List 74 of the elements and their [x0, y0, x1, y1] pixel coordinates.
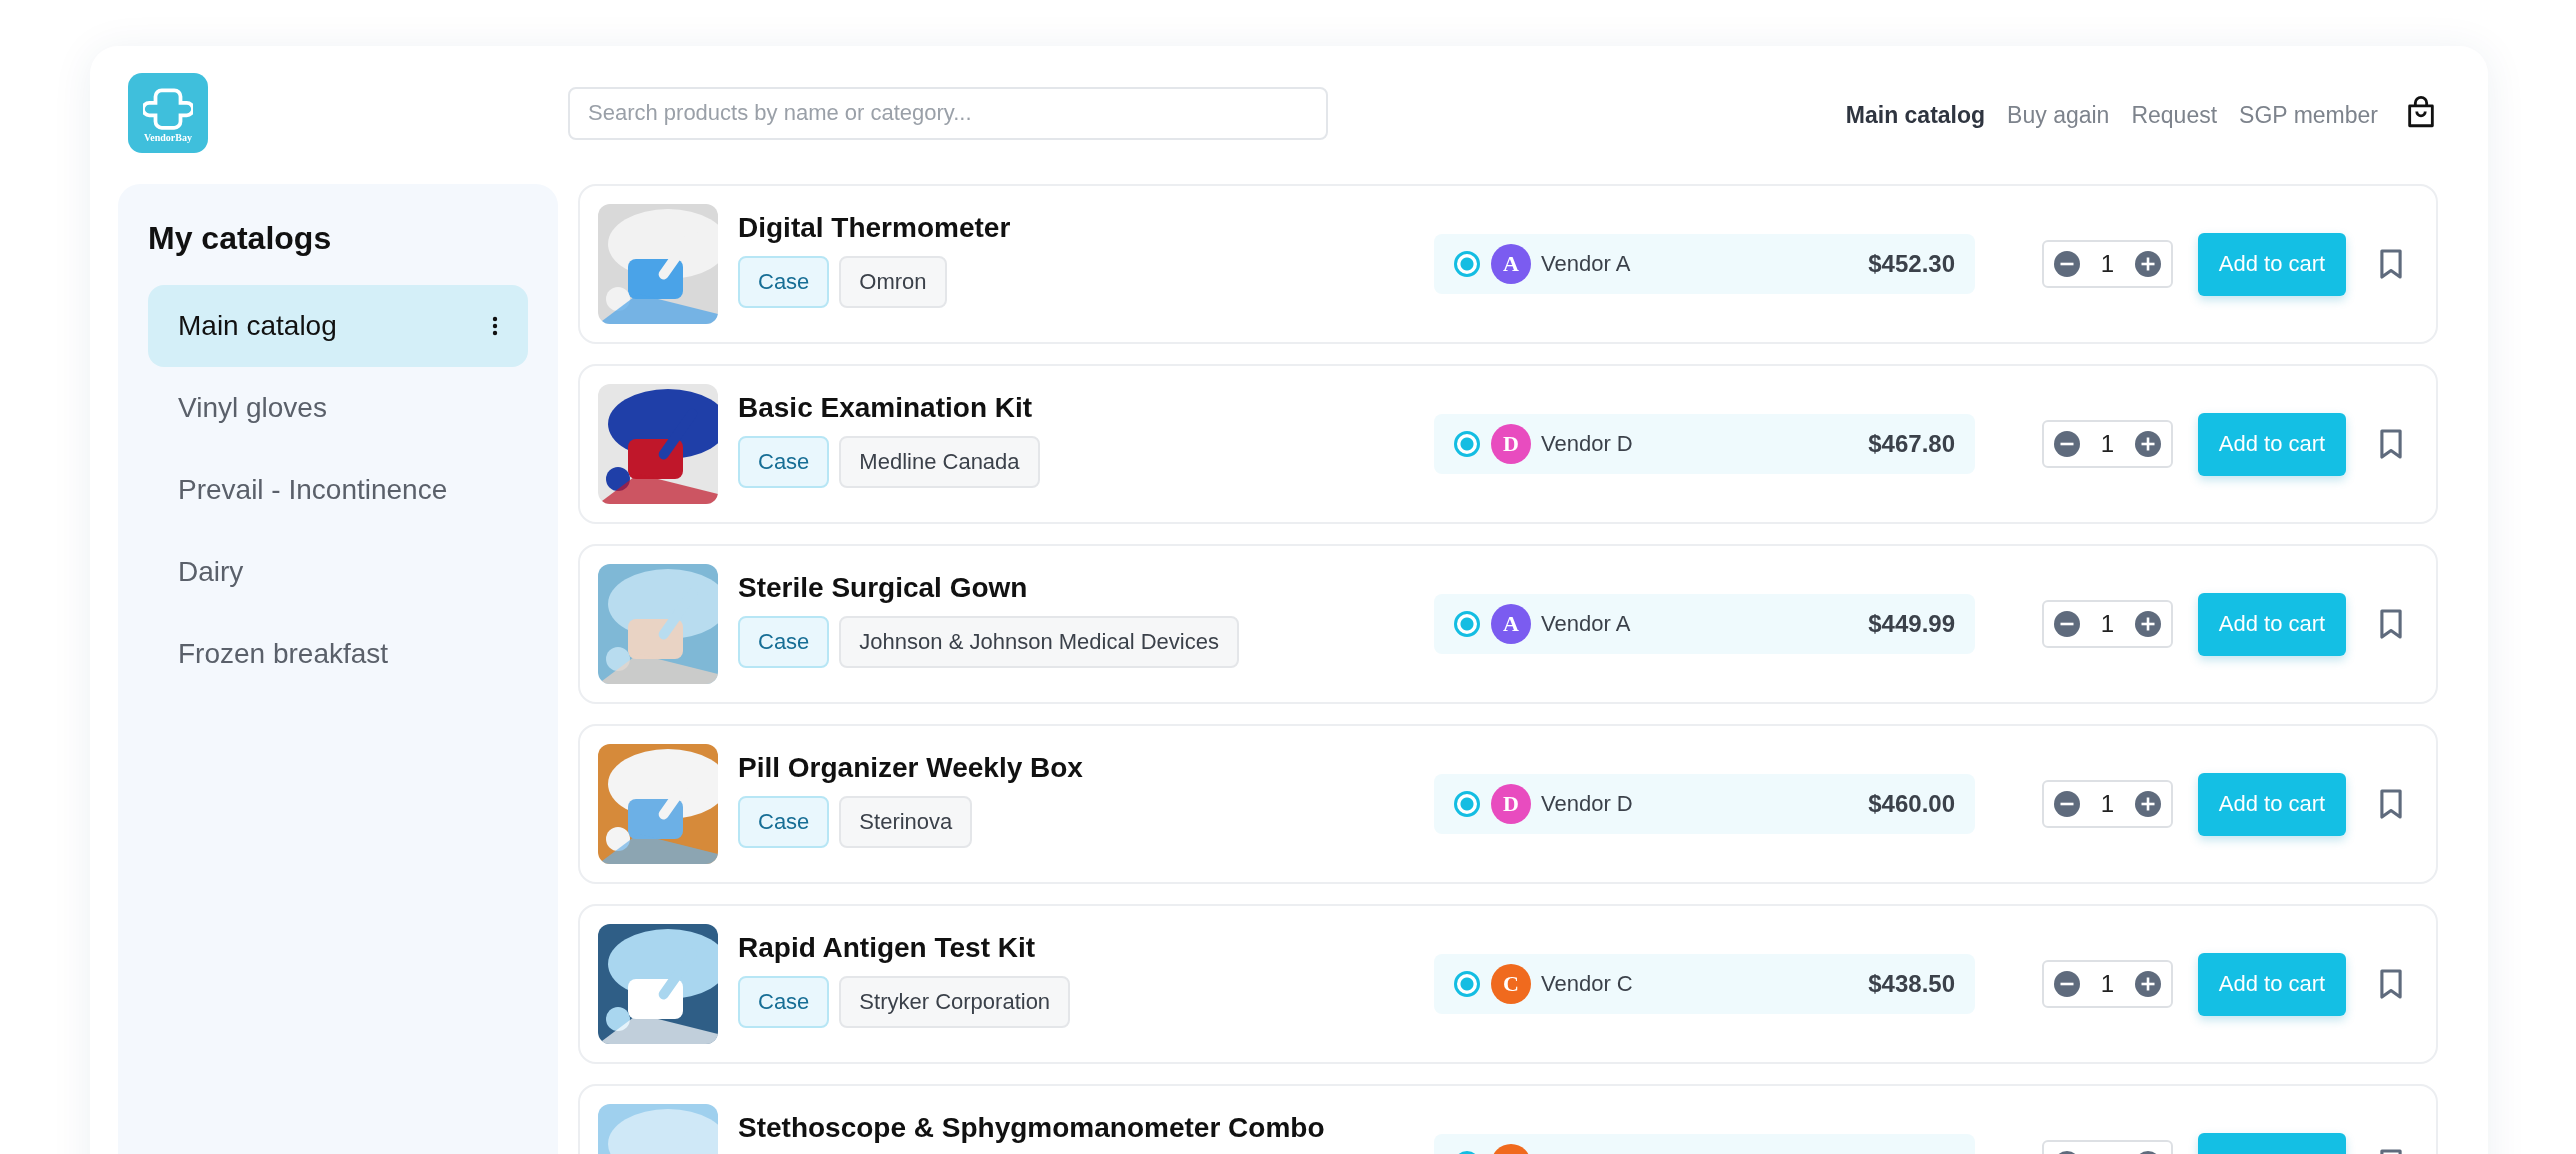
vendor-name: Vendor C: [1541, 971, 1633, 997]
sidebar-title: My catalogs: [148, 220, 333, 257]
plus-icon[interactable]: [2135, 791, 2161, 817]
bookmark-icon[interactable]: [2378, 608, 2404, 640]
vendor-name: Vendor A: [1541, 611, 1631, 637]
bookmark-icon[interactable]: [2378, 248, 2404, 280]
product-name[interactable]: Pill Organizer Weekly Box: [738, 752, 1434, 784]
product-name[interactable]: Stethoscope & Sphygmomanometer Combo: [738, 1112, 1434, 1144]
vendor-avatar: D: [1491, 424, 1531, 464]
nav-link[interactable]: SGP member: [2239, 101, 2378, 129]
nav-link[interactable]: Main catalog: [1845, 101, 1986, 129]
tag: Case: [738, 796, 830, 848]
tag: Johnson & Johnson Medical Devices: [839, 616, 1239, 668]
search-field[interactable]: Search products by name or category...: [568, 86, 1328, 140]
price: $452.30: [1868, 250, 1955, 278]
quantity-stepper[interactable]: 1: [2042, 600, 2173, 648]
radio-button[interactable]: [1454, 431, 1480, 457]
tag: Case: [738, 976, 830, 1028]
tag: Case: [738, 436, 830, 488]
price: $438.50: [1868, 970, 1955, 998]
tag: Medline Canada: [839, 436, 1040, 488]
bookmark-icon[interactable]: [2378, 428, 2404, 460]
product-name[interactable]: Digital Thermometer: [738, 212, 1434, 244]
product-name[interactable]: Rapid Antigen Test Kit: [738, 932, 1434, 964]
sidebar-item[interactable]: Prevail - Incontinence: [148, 449, 528, 531]
minus-icon[interactable]: [2054, 611, 2080, 637]
quantity-stepper[interactable]: 1: [2042, 420, 2173, 468]
tag: Stryker Corporation: [839, 976, 1071, 1028]
tag: Sterinova: [839, 796, 973, 848]
sidebar-item[interactable]: Dairy: [148, 531, 528, 613]
sidebar-item[interactable]: Main catalog: [148, 285, 528, 367]
quantity-stepper[interactable]: 1: [2042, 240, 2173, 288]
vendor-avatar: A: [1491, 244, 1531, 284]
vendor-name: Vendor A: [1541, 251, 1631, 277]
minus-icon[interactable]: [2054, 791, 2080, 817]
product-name[interactable]: Sterile Surgical Gown: [738, 572, 1434, 604]
price: $460.00: [1868, 790, 1955, 818]
plus-icon[interactable]: [2135, 431, 2161, 457]
radio-button[interactable]: [1454, 251, 1480, 277]
tag: Omron: [839, 256, 947, 308]
vendor-avatar: C: [1491, 964, 1531, 1004]
plus-icon[interactable]: [2135, 971, 2161, 997]
sidebar-item[interactable]: Vinyl gloves: [148, 367, 528, 449]
sidebar-item[interactable]: Frozen breakfast: [148, 613, 528, 695]
quantity-stepper[interactable]: 1: [2042, 780, 2173, 828]
tag: Case: [738, 256, 830, 308]
minus-icon[interactable]: [2054, 431, 2080, 457]
radio-button[interactable]: [1454, 971, 1480, 997]
quantity: 1: [2100, 610, 2115, 638]
quantity: 1: [2100, 250, 2115, 278]
plus-icon[interactable]: [2135, 251, 2161, 277]
radio-button[interactable]: [1454, 611, 1480, 637]
bookmark-icon[interactable]: [2378, 788, 2404, 820]
minus-icon[interactable]: [2054, 251, 2080, 277]
nav-link[interactable]: Request: [2131, 101, 2218, 129]
minus-icon[interactable]: [2054, 971, 2080, 997]
vendor-name: Vendor D: [1541, 791, 1633, 817]
quantity: 1: [2100, 790, 2115, 818]
quantity: 1: [2100, 430, 2115, 458]
price: $467.80: [1868, 430, 1955, 458]
bookmark-icon[interactable]: [2378, 968, 2404, 1000]
nav-link[interactable]: Buy again: [2007, 101, 2110, 129]
vendor-avatar: A: [1491, 604, 1531, 644]
price: $449.99: [1868, 610, 1955, 638]
tag: Case: [738, 616, 830, 668]
vendor-name: Vendor D: [1541, 431, 1633, 457]
vendor-avatar: D: [1491, 784, 1531, 824]
quantity-stepper[interactable]: 1: [2042, 960, 2173, 1008]
plus-icon[interactable]: [2135, 611, 2161, 637]
quantity: 1: [2100, 970, 2115, 998]
product-name[interactable]: Basic Examination Kit: [738, 392, 1434, 424]
more-icon[interactable]: [492, 315, 498, 337]
logo-text: VendorBay: [144, 131, 192, 143]
radio-button[interactable]: [1454, 791, 1480, 817]
